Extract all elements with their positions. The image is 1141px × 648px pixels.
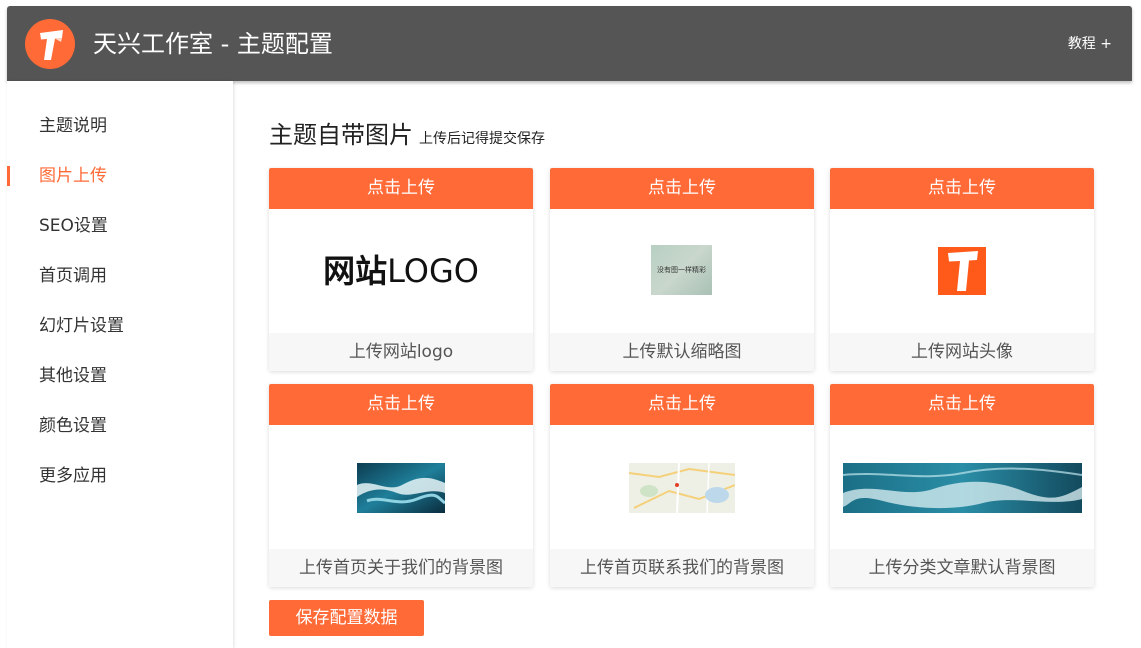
- save-config-button[interactable]: 保存配置数据: [269, 600, 424, 636]
- upload-button[interactable]: 点击上传: [269, 384, 533, 425]
- logo-preview-normal: LOGO: [387, 252, 479, 290]
- sidebar: 主题说明 图片上传 SEO设置 首页调用 幻灯片设置 其他设置 颜色设置 更多应…: [7, 81, 233, 648]
- sidebar-item-seo[interactable]: SEO设置: [7, 206, 233, 246]
- upload-card-thumbnail: 点击上传 没有图一样精彩 上传默认缩略图: [550, 168, 814, 371]
- about-bg-preview: [269, 425, 533, 549]
- sidebar-item-label: 图片上传: [39, 166, 107, 186]
- card-label: 上传首页关于我们的背景图: [269, 549, 533, 587]
- sidebar-item-more-apps[interactable]: 更多应用: [7, 456, 233, 496]
- upload-button[interactable]: 点击上传: [830, 168, 1094, 209]
- avatar-preview: [830, 209, 1094, 333]
- ocean-wave-wide-image: [843, 463, 1082, 513]
- contact-bg-preview: [550, 425, 814, 549]
- thumbnail-preview: 没有图一样精彩: [550, 209, 814, 333]
- avatar-t-logo-icon: [938, 247, 986, 295]
- sidebar-item-label: 首页调用: [39, 266, 107, 286]
- logo-preview-text: 网站LOGO: [269, 251, 533, 291]
- upload-card-category-bg: 点击上传 上传分类文章默认背景图: [830, 384, 1094, 587]
- upload-button[interactable]: 点击上传: [550, 384, 814, 425]
- page-title: 主题自带图片 上传后记得提交保存: [269, 119, 545, 155]
- upload-button[interactable]: 点击上传: [830, 384, 1094, 425]
- site-logo-icon: [25, 19, 75, 69]
- upload-card-logo: 点击上传 网站LOGO 上传网站logo: [269, 168, 533, 371]
- card-label: 上传分类文章默认背景图: [830, 549, 1094, 587]
- upload-card-about-bg: 点击上传 上传首页关于我们的背景图: [269, 384, 533, 587]
- tutorial-menu-button[interactable]: 教程 +: [1068, 34, 1112, 54]
- upload-button[interactable]: 点击上传: [550, 168, 814, 209]
- card-label: 上传网站logo: [269, 333, 533, 371]
- sidebar-item-homepage[interactable]: 首页调用: [7, 256, 233, 296]
- main-content: 主题自带图片 上传后记得提交保存 点击上传 网站LOGO 上传网站logo 点击上…: [233, 81, 1132, 648]
- sidebar-item-theme-info[interactable]: 主题说明: [7, 106, 233, 146]
- upload-card-avatar: 点击上传 上传网站头像: [830, 168, 1094, 371]
- card-label: 上传网站头像: [830, 333, 1094, 371]
- sidebar-item-label: 主题说明: [39, 116, 107, 136]
- sidebar-item-label: 颜色设置: [39, 416, 107, 436]
- sidebar-item-label: 更多应用: [39, 466, 107, 486]
- default-thumbnail-image: 没有图一样精彩: [651, 245, 712, 295]
- page-subtitle: 上传后记得提交保存: [419, 131, 545, 147]
- sidebar-item-label: 幻灯片设置: [39, 316, 124, 336]
- ocean-wave-image: [357, 463, 445, 513]
- active-indicator: [7, 166, 10, 186]
- sidebar-item-label: 其他设置: [39, 366, 107, 386]
- card-label: 上传默认缩略图: [550, 333, 814, 371]
- card-label: 上传首页联系我们的背景图: [550, 549, 814, 587]
- sidebar-item-colors[interactable]: 颜色设置: [7, 406, 233, 446]
- sidebar-item-other[interactable]: 其他设置: [7, 356, 233, 396]
- map-image: [629, 463, 735, 513]
- header-title: 天兴工作室 - 主题配置: [93, 30, 333, 58]
- category-bg-preview: [830, 425, 1094, 549]
- sidebar-item-slideshow[interactable]: 幻灯片设置: [7, 306, 233, 346]
- sidebar-item-label: SEO设置: [39, 216, 108, 236]
- page-title-text: 主题自带图片: [269, 121, 413, 149]
- upload-card-contact-bg: 点击上传 上传首页联系我们的背景图: [550, 384, 814, 587]
- top-header: 天兴工作室 - 主题配置 教程 +: [7, 6, 1132, 81]
- logo-preview-bold: 网站: [323, 252, 388, 290]
- logo-preview: 网站LOGO: [269, 209, 533, 333]
- sidebar-item-image-upload[interactable]: 图片上传: [7, 156, 233, 196]
- upload-button[interactable]: 点击上传: [269, 168, 533, 209]
